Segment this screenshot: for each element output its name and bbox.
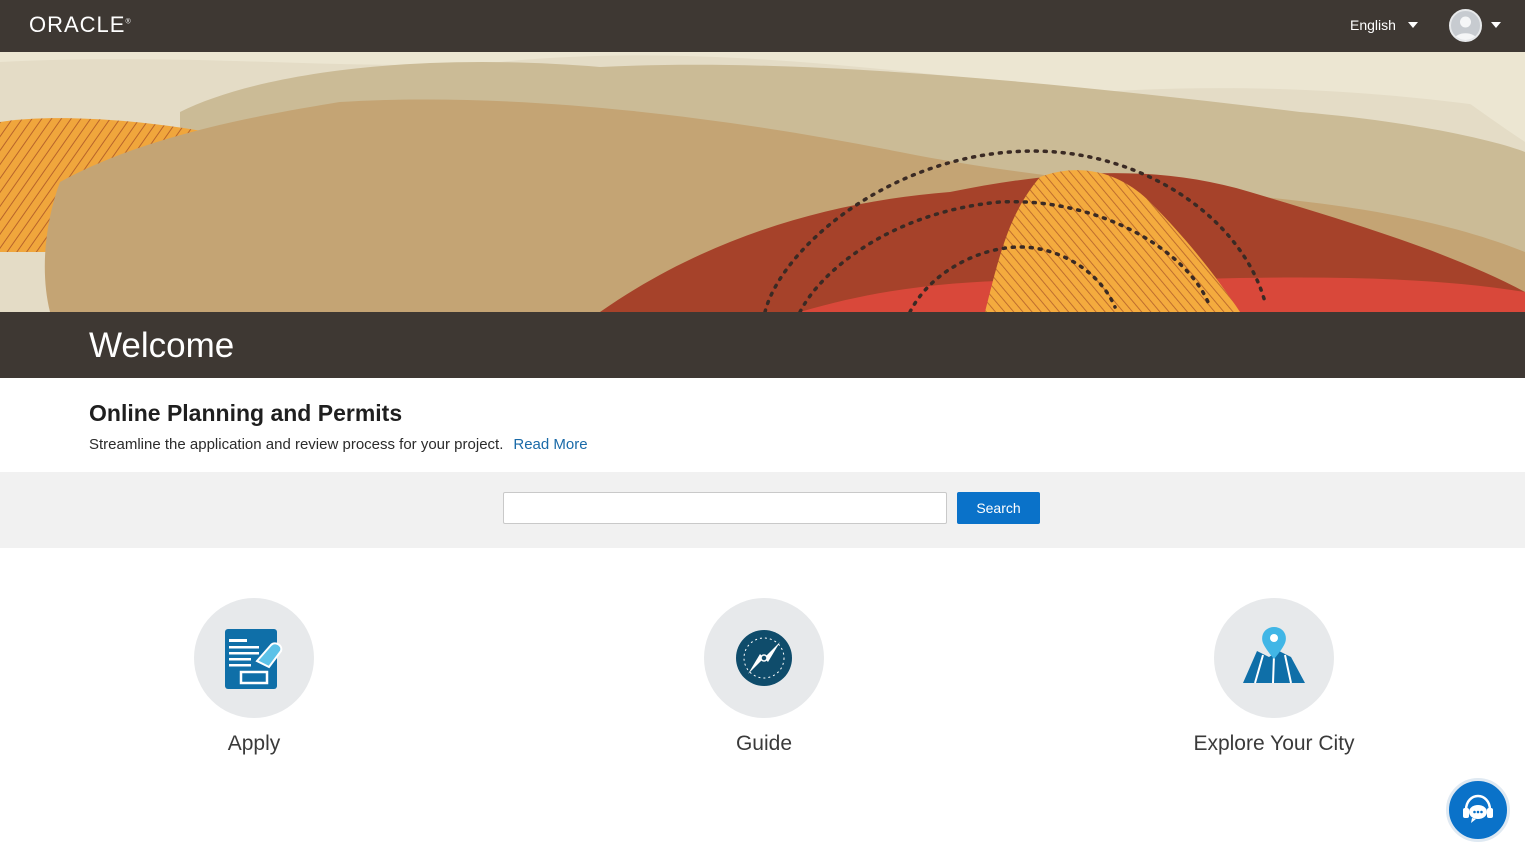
- guide-tile[interactable]: Guide: [644, 598, 884, 756]
- oracle-logo[interactable]: ORACLE®: [29, 12, 132, 38]
- description-text: Streamline the application and review pr…: [89, 436, 504, 453]
- user-icon: [1454, 16, 1477, 40]
- language-selector[interactable]: English: [1350, 17, 1418, 33]
- search-input[interactable]: [503, 492, 947, 524]
- chat-support-button[interactable]: [1446, 778, 1510, 842]
- search-band: Search: [0, 472, 1525, 548]
- section-description: Streamline the application and review pr…: [89, 436, 588, 453]
- apply-label: Apply: [227, 732, 281, 755]
- page-title: Welcome: [89, 326, 235, 365]
- apply-form-icon: [225, 629, 283, 689]
- hero-banner: [0, 52, 1525, 312]
- map-pin-icon: [1243, 627, 1305, 684]
- chat-support-icon: [1463, 794, 1493, 823]
- logo-text: ORACLE: [29, 12, 126, 37]
- guide-label: Guide: [735, 732, 793, 755]
- chevron-down-icon: [1407, 22, 1418, 28]
- chevron-down-icon: [1491, 22, 1501, 28]
- compass-icon: [736, 630, 792, 686]
- landscape-illustration: [0, 52, 1525, 312]
- apply-tile[interactable]: Apply: [134, 598, 374, 756]
- explore-city-tile[interactable]: Explore Your City: [1154, 598, 1394, 756]
- explore-tile-circle: [1214, 598, 1334, 718]
- guide-tile-circle: [704, 598, 824, 718]
- section-title: Online Planning and Permits: [89, 400, 403, 426]
- top-header: ORACLE® English: [0, 0, 1525, 52]
- explore-city-label: Explore Your City: [1193, 732, 1355, 755]
- read-more-link[interactable]: Read More: [513, 436, 587, 453]
- search-button[interactable]: Search: [957, 492, 1040, 524]
- language-label: English: [1350, 17, 1396, 33]
- user-menu[interactable]: [1449, 8, 1501, 42]
- apply-tile-circle: [194, 598, 314, 718]
- avatar: [1449, 8, 1482, 42]
